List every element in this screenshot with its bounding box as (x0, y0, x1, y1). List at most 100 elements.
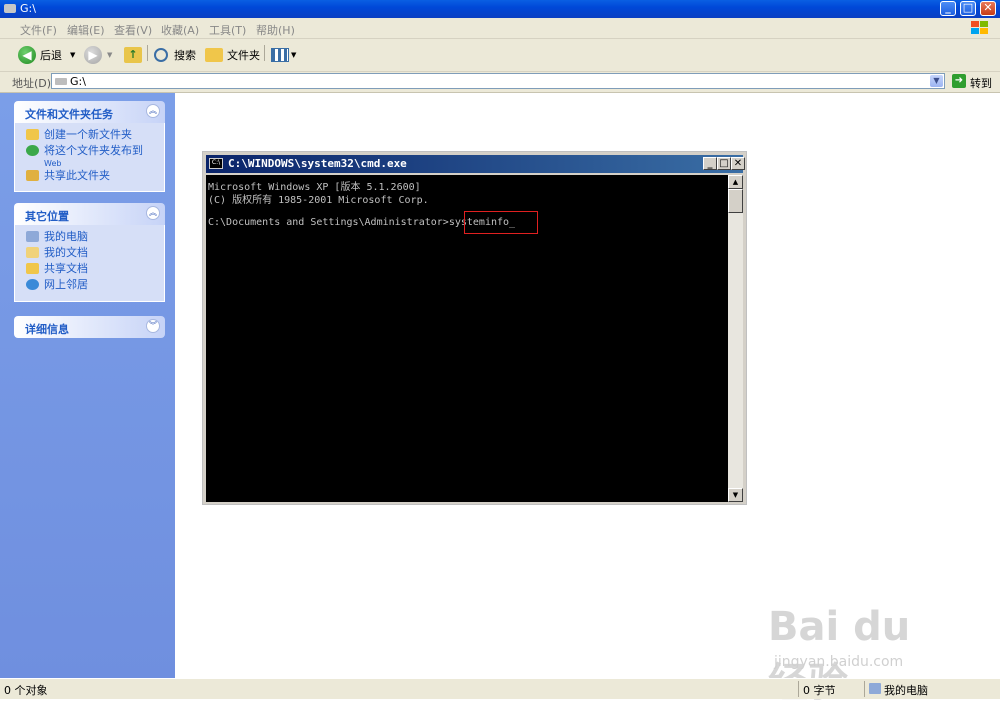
computer-icon (869, 683, 881, 694)
status-bar: 0 个对象 0 字节 我的电脑 (0, 678, 1000, 699)
cmd-window[interactable]: C:\ C:\WINDOWS\system32\cmd.exe _ □ ✕ Mi… (202, 151, 747, 505)
task-publish-web[interactable]: 将这个文件夹发布到 (15, 143, 164, 159)
place-my-documents-label: 我的文档 (44, 246, 88, 259)
folders-label: 文件夹 (227, 49, 260, 62)
minimize-button[interactable]: _ (940, 1, 956, 16)
status-object-count: 0 个对象 (4, 684, 48, 697)
menu-favorites[interactable]: 收藏(A) (161, 22, 199, 38)
windows-logo-icon (971, 21, 988, 34)
menu-tools[interactable]: 工具(T) (209, 22, 246, 38)
chevron-down-icon: ▼ (291, 51, 297, 59)
menu-bar: 文件(F) 编辑(E) 查看(V) 收藏(A) 工具(T) 帮助(H) (0, 18, 1000, 39)
other-places-title: 其它位置 (25, 210, 69, 223)
views-button[interactable]: ▼ (271, 45, 296, 65)
details-title: 详细信息 (25, 323, 69, 336)
other-places-panel: 其它位置 ︽ 我的电脑 我的文档 共享文档 网上邻居 (14, 203, 165, 302)
details-header[interactable]: 详细信息 ︾ (14, 316, 165, 338)
task-new-folder[interactable]: 创建一个新文件夹 (15, 127, 164, 143)
back-button[interactable]: ◀ 后退 ▼ (18, 45, 75, 65)
place-my-documents[interactable]: 我的文档 (15, 245, 164, 261)
task-publish-web-suffix[interactable]: Web (15, 159, 164, 168)
folder-up-icon: ↑ (124, 47, 142, 63)
command-highlight-box (464, 211, 538, 234)
chevron-down-icon: ▼ (107, 51, 113, 59)
toolbar-separator (264, 45, 265, 61)
chevron-down-icon: ▼ (70, 51, 76, 59)
menu-help[interactable]: 帮助(H) (256, 22, 295, 38)
collapse-chevron-icon[interactable]: ︽ (146, 104, 160, 118)
status-separator (798, 681, 799, 697)
status-size: 0 字节 (803, 684, 836, 697)
address-value: G:\ (70, 75, 86, 88)
search-icon (154, 48, 168, 62)
status-location: 我的电脑 (884, 684, 928, 697)
place-shared-documents-label: 共享文档 (44, 262, 88, 275)
drive-icon (55, 78, 67, 85)
scroll-up-arrow-icon[interactable]: ▲ (728, 175, 743, 189)
back-label: 后退 (40, 49, 62, 62)
toolbar-separator (147, 45, 148, 61)
task-publish-web-label: Web (44, 159, 62, 168)
place-network-label: 网上邻居 (44, 278, 88, 291)
file-tasks-panel: 文件和文件夹任务 ︽ 创建一个新文件夹 将这个文件夹发布到 Web 共享此文件夹 (14, 101, 165, 192)
forward-button[interactable]: ▶ ▼ (84, 45, 112, 65)
cmd-close-button[interactable]: ✕ (731, 157, 745, 170)
maximize-button[interactable]: □ (960, 1, 976, 16)
menu-edit[interactable]: 编辑(E) (67, 22, 105, 38)
console-icon: C:\ (209, 158, 223, 169)
scroll-down-arrow-icon[interactable]: ▼ (728, 488, 743, 502)
task-share-folder[interactable]: 共享此文件夹 (15, 168, 164, 184)
up-folder-button[interactable]: ↑ (124, 45, 142, 65)
back-arrow-icon: ◀ (18, 46, 36, 64)
file-tasks-title: 文件和文件夹任务 (25, 108, 113, 121)
shared-folder-icon (26, 263, 39, 274)
place-my-computer[interactable]: 我的电脑 (15, 229, 164, 245)
globe-icon (26, 145, 39, 156)
toolbar: ◀ 后退 ▼ ▶ ▼ ↑ 搜索 文件夹 ▼ (0, 39, 1000, 72)
menu-view[interactable]: 查看(V) (114, 22, 152, 38)
expand-chevron-icon[interactable]: ︾ (146, 319, 160, 333)
share-folder-icon (26, 170, 39, 181)
task-publish-label: 将这个文件夹发布到 (44, 144, 143, 157)
task-share-label: 共享此文件夹 (44, 169, 110, 182)
place-network[interactable]: 网上邻居 (15, 277, 164, 293)
console-line: (C) 版权所有 1985-2001 Microsoft Corp. (208, 195, 429, 206)
close-button[interactable]: ✕ (980, 1, 996, 16)
network-icon (26, 279, 39, 290)
cmd-scrollbar[interactable]: ▲ ▼ (728, 175, 743, 502)
new-folder-icon (26, 129, 39, 140)
views-grid-icon (271, 48, 289, 62)
task-pane: 文件和文件夹任务 ︽ 创建一个新文件夹 将这个文件夹发布到 Web 共享此文件夹… (0, 93, 175, 678)
address-dropdown-button[interactable]: ▼ (930, 75, 943, 87)
address-input[interactable]: G:\ ▼ (51, 73, 945, 89)
baidu-watermark: Bai du 经验 jingyan.baidu.com (768, 590, 948, 706)
cmd-minimize-button[interactable]: _ (703, 157, 717, 170)
computer-icon (26, 231, 39, 242)
watermark-url: jingyan.baidu.com (774, 654, 904, 670)
task-new-folder-label: 创建一个新文件夹 (44, 128, 132, 141)
folder-icon (205, 48, 223, 62)
status-separator (864, 681, 865, 697)
search-label: 搜索 (174, 49, 196, 62)
folders-button[interactable]: 文件夹 (205, 45, 260, 65)
window-title-bar[interactable]: G:\ _ □ ✕ (0, 0, 1000, 18)
cmd-maximize-button[interactable]: □ (717, 157, 731, 170)
details-panel: 详细信息 ︾ (14, 316, 165, 338)
collapse-chevron-icon[interactable]: ︽ (146, 206, 160, 220)
place-shared-documents[interactable]: 共享文档 (15, 261, 164, 277)
place-my-computer-label: 我的电脑 (44, 230, 88, 243)
cmd-title: C:\WINDOWS\system32\cmd.exe (228, 157, 407, 170)
menu-file[interactable]: 文件(F) (20, 22, 57, 38)
file-tasks-header[interactable]: 文件和文件夹任务 ︽ (14, 101, 165, 123)
address-label: 地址(D) (12, 77, 52, 90)
drive-icon (4, 4, 16, 13)
cmd-title-bar[interactable]: C:\ C:\WINDOWS\system32\cmd.exe _ □ ✕ (206, 155, 745, 173)
go-button[interactable]: 转到 (970, 75, 992, 91)
window-title: G:\ (20, 2, 36, 15)
forward-arrow-icon: ▶ (84, 46, 102, 64)
go-arrow-icon[interactable]: ➜ (952, 74, 966, 88)
other-places-header[interactable]: 其它位置 ︽ (14, 203, 165, 225)
search-button[interactable]: 搜索 (154, 45, 196, 65)
scroll-thumb[interactable] (728, 189, 743, 213)
address-bar: 地址(D) G:\ ▼ ➜ 转到 (0, 72, 1000, 93)
